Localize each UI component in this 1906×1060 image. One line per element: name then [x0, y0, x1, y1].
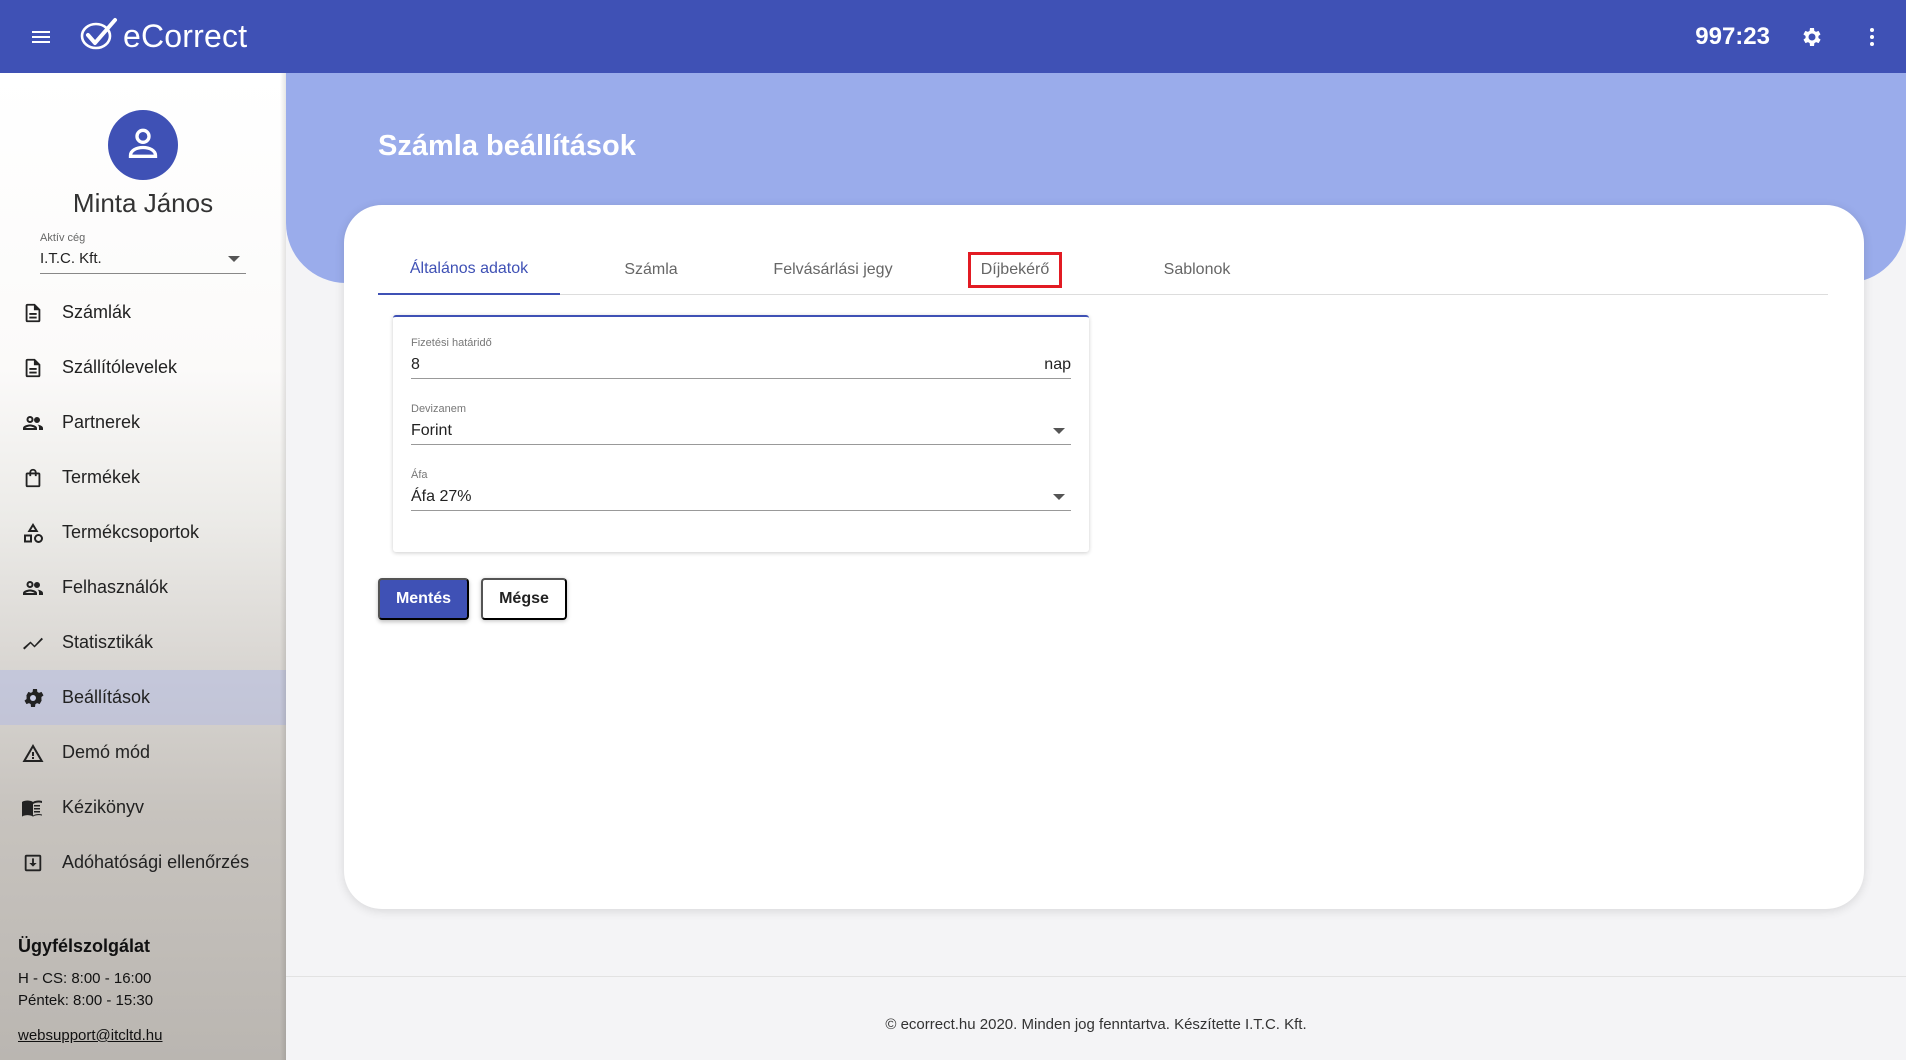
- check-logo-icon: [79, 16, 119, 57]
- top-app-bar: eCorrect 997:23: [0, 0, 1906, 73]
- sidebar-item-label: Demó mód: [62, 742, 151, 762]
- sidebar-item-label: Kézikönyv: [62, 797, 145, 817]
- chevron-down-icon: [1053, 494, 1065, 500]
- payment-deadline-field[interactable]: Fizetési határidő 8 nap: [411, 329, 1071, 379]
- page-title: Számla beállítások: [378, 130, 636, 162]
- brand-name: eCorrect: [123, 18, 248, 54]
- vat-value: Áfa 27%: [411, 488, 472, 505]
- sidebar-item-statisztikak[interactable]: Statisztikák: [0, 615, 286, 670]
- sidebar-item-beallitasok[interactable]: Beállítások: [0, 670, 286, 725]
- currency-select[interactable]: Devizanem Forint: [411, 395, 1071, 445]
- company-label: Aktív cég: [40, 232, 86, 244]
- general-settings-form: Fizetési határidő 8 nap Devizanem Forint…: [393, 315, 1089, 552]
- footer-divider: [286, 976, 1906, 977]
- sidebar-item-label: Számlák: [62, 302, 132, 322]
- sidebar-nav: Számlák Szállítólevelek Partnerek Termék…: [0, 285, 286, 890]
- warning-icon: [21, 741, 45, 765]
- tab-altalanos-adatok[interactable]: Általános adatok: [378, 245, 560, 295]
- tab-label: Számla: [624, 261, 678, 278]
- currency-label: Devizanem: [411, 403, 467, 415]
- book-icon: [21, 796, 45, 820]
- people-icon: [21, 411, 45, 435]
- payment-deadline-suffix: nap: [1044, 356, 1071, 373]
- people-icon: [21, 576, 45, 600]
- category-icon: [21, 521, 45, 545]
- support-info: Ügyfélszolgálat H - CS: 8:00 - 16:00 Pén…: [18, 936, 278, 1045]
- currency-value: Forint: [411, 422, 452, 439]
- sidebar-item-label: Adóhatósági ellenőrzés: [62, 852, 250, 872]
- sidebar-item-demo-mod[interactable]: Demó mód: [0, 725, 286, 780]
- sidebar-item-label: Felhasználók: [62, 577, 169, 597]
- sidebar-item-partnerek[interactable]: Partnerek: [0, 395, 286, 450]
- brand-logo[interactable]: eCorrect: [79, 16, 247, 57]
- trending-icon: [21, 631, 45, 655]
- payment-deadline-value: 8: [411, 356, 420, 373]
- sidebar-item-termekcsoportok[interactable]: Termékcsoportok: [0, 505, 286, 560]
- sidebar-item-label: Statisztikák: [62, 632, 154, 652]
- sidebar-item-adohatosagi-ellenorzes[interactable]: Adóhatósági ellenőrzés: [0, 835, 286, 890]
- support-email-link[interactable]: websupport@itcltd.hu: [18, 1027, 162, 1044]
- avatar[interactable]: [108, 110, 178, 180]
- sidebar-item-label: Partnerek: [62, 412, 141, 432]
- gear-icon: [21, 686, 45, 710]
- tab-label: Sablonok: [1163, 261, 1231, 278]
- tab-label: Általános adatok: [409, 260, 529, 277]
- gear-icon[interactable]: [1792, 17, 1832, 57]
- footer-copyright: © ecorrect.hu 2020. Minden jog fenntartv…: [885, 1016, 1307, 1033]
- sidebar: Minta János Aktív cég I.T.C. Kft. Számlá…: [0, 73, 286, 1060]
- session-timer: 997:23: [1695, 22, 1770, 50]
- payment-deadline-label: Fizetési határidő: [411, 337, 492, 349]
- tab-bar: Általános adatok Számla Felvásárlási jeg…: [378, 245, 1828, 295]
- sidebar-item-szamlak[interactable]: Számlák: [0, 285, 286, 340]
- tab-felvasarlasi-jegy[interactable]: Felvásárlási jegy: [742, 245, 924, 295]
- sidebar-item-termekek[interactable]: Termékek: [0, 450, 286, 505]
- sidebar-item-label: Termékcsoportok: [62, 522, 200, 542]
- sidebar-item-label: Beállítások: [62, 687, 151, 707]
- sidebar-item-szallitolevelek[interactable]: Szállítólevelek: [0, 340, 286, 395]
- vat-label: Áfa: [411, 469, 428, 481]
- company-select[interactable]: I.T.C. Kft.: [40, 244, 246, 274]
- tab-dijbekero[interactable]: Díjbekérő: [924, 245, 1106, 295]
- shopping-bag-icon: [21, 466, 45, 490]
- company-value: I.T.C. Kft.: [40, 250, 102, 267]
- more-vert-icon[interactable]: [1852, 17, 1892, 57]
- document-icon: [21, 301, 45, 325]
- sidebar-item-kezikonyv[interactable]: Kézikönyv: [0, 780, 286, 835]
- support-hours-friday: Péntek: 8:00 - 15:30: [18, 992, 154, 1009]
- settings-card: Általános adatok Számla Felvásárlási jeg…: [344, 205, 1864, 909]
- support-hours-weekdays: H - CS: 8:00 - 16:00: [18, 970, 152, 987]
- cancel-button[interactable]: Mégse: [481, 578, 567, 620]
- support-title: Ügyfélszolgálat: [18, 936, 151, 956]
- tab-szamla[interactable]: Számla: [560, 245, 742, 295]
- chevron-down-icon: [228, 255, 240, 262]
- document-icon: [21, 356, 45, 380]
- person-icon: [123, 123, 163, 168]
- save-button[interactable]: Mentés: [378, 578, 469, 620]
- menu-icon[interactable]: [21, 17, 61, 57]
- user-name: Minta János: [72, 188, 214, 218]
- chevron-down-icon: [1053, 428, 1065, 434]
- sidebar-item-label: Termékek: [62, 467, 141, 487]
- tab-label: Felvásárlási jegy: [773, 261, 893, 278]
- archive-download-icon: [21, 851, 45, 875]
- sidebar-item-label: Szállítólevelek: [62, 357, 178, 377]
- sidebar-item-felhasznalok[interactable]: Felhasználók: [0, 560, 286, 615]
- tab-label: Díjbekérő: [967, 252, 1063, 288]
- vat-select[interactable]: Áfa Áfa 27%: [411, 461, 1071, 511]
- tab-sablonok[interactable]: Sablonok: [1106, 245, 1288, 295]
